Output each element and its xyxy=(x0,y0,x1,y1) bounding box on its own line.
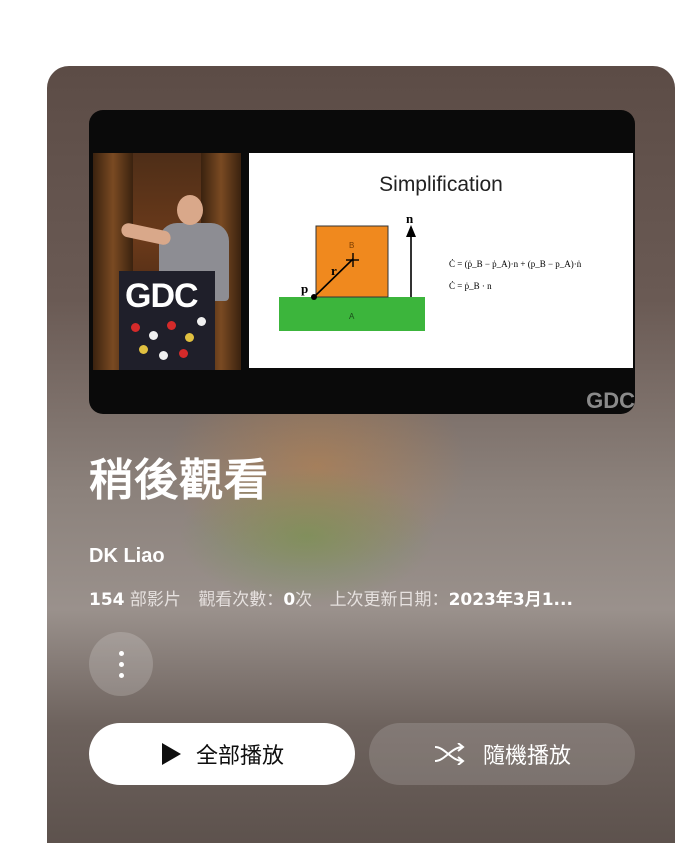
play-all-button[interactable]: 全部播放 xyxy=(89,723,355,785)
updated-label: 上次更新日期： xyxy=(329,590,449,610)
playlist-owner[interactable]: DK Liao xyxy=(89,545,165,568)
shuffle-label: 隨機播放 xyxy=(482,744,571,769)
formula-line-1: Ċ = (ṗ_B − ṗ_A)·n + (p_B − p_A)·ṅ xyxy=(449,259,582,269)
play-all-label: 全部播放 xyxy=(195,744,284,769)
box-a-label: A xyxy=(349,312,355,321)
contact-point xyxy=(311,294,317,300)
orange-box xyxy=(315,225,389,298)
p-label: p xyxy=(301,281,308,296)
r-label: r xyxy=(331,263,337,278)
video-watermark: GDC xyxy=(586,388,635,413)
more-vertical-icon xyxy=(118,650,124,678)
podium: GDC xyxy=(119,271,215,370)
podium-dot xyxy=(149,331,158,340)
shuffle-button[interactable]: 隨機播放 xyxy=(369,723,635,785)
video-count: 154 xyxy=(89,590,125,610)
podium-dot xyxy=(167,321,176,330)
video-count-unit: 部影片 xyxy=(129,590,181,610)
gdc-logo: GDC xyxy=(125,277,199,315)
n-label: n xyxy=(406,211,414,226)
physics-diagram: A B r p n Ċ = (ṗ_B − ṗ_A)·n + (p_B − p_A… xyxy=(279,211,582,331)
playlist-header-card: GDC Simplification A B r p n Ċ = (ṗ_B − … xyxy=(47,66,675,843)
more-actions-button[interactable] xyxy=(89,632,153,696)
updated-date: 2023年3月1... xyxy=(448,590,573,610)
formula-line-2: Ċ = ṗ_B · n xyxy=(449,281,492,291)
playlist-title: 稍後觀看 xyxy=(89,455,269,506)
views-label: 觀看次數： xyxy=(198,590,284,610)
view-count: 0 xyxy=(283,590,296,610)
podium-dot xyxy=(139,345,148,354)
podium-dot xyxy=(197,317,206,326)
box-b-label: B xyxy=(349,241,354,250)
shuffle-icon xyxy=(434,743,465,765)
presentation-slide: Simplification A B r p n Ċ = (ṗ_B − ṗ_A)… xyxy=(249,153,633,368)
views-unit: 次 xyxy=(295,590,313,610)
play-icon xyxy=(161,743,181,765)
playlist-thumbnail[interactable]: GDC Simplification A B r p n Ċ = (ṗ_B − … xyxy=(89,110,635,414)
podium-dot xyxy=(179,349,188,358)
podium-dot xyxy=(159,351,168,360)
speaker-video-frame: GDC xyxy=(93,153,241,370)
speaker-head xyxy=(177,195,203,225)
podium-dot xyxy=(185,333,194,342)
playlist-metadata: 154 部影片 觀看次數：0次 上次更新日期：2023年3月1... xyxy=(89,585,573,610)
podium-dot xyxy=(131,323,140,332)
n-arrowhead xyxy=(406,225,416,237)
